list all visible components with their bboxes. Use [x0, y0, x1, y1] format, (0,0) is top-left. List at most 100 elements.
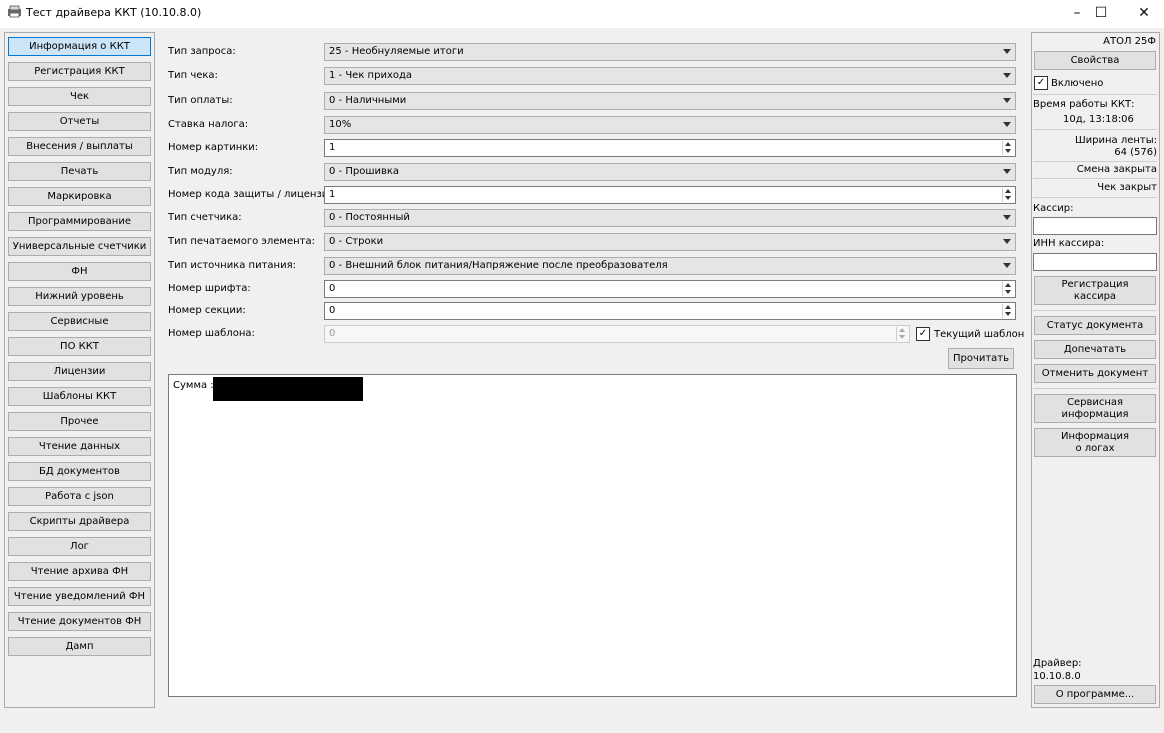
current-template-checkbox[interactable]: ✓ Текущий шаблон [916, 327, 1024, 341]
window-title: Тест драйвера ККТ (10.10.8.0) [26, 6, 202, 19]
app-icon [8, 5, 21, 18]
nav-item-marking[interactable]: Маркировка [8, 187, 151, 206]
nav-item-label: Чтение уведомлений ФН [13, 591, 146, 602]
nav-item-label: Работа с json [45, 491, 114, 502]
nav-item-firmware[interactable]: ПО ККТ [8, 337, 151, 356]
about-label: О программе... [1055, 688, 1135, 700]
font-number-stepper[interactable]: 0 [324, 280, 1016, 298]
nav-item-templates[interactable]: Шаблоны ККТ [8, 387, 151, 406]
divider [1033, 310, 1157, 311]
tape-width-value: 64 (576) [1114, 147, 1157, 158]
module-type-select[interactable]: 0 - Прошивка [324, 163, 1016, 181]
nav-item-label: Информация о ККТ [29, 41, 130, 52]
properties-button-label: Свойства [1070, 54, 1120, 66]
nav-item-read-data[interactable]: Чтение данных [8, 437, 151, 456]
nav-item-registration[interactable]: Регистрация ККТ [8, 62, 151, 81]
doc-status-button[interactable]: Статус документа [1034, 316, 1156, 335]
service-info-label: Сервисная информация [1061, 396, 1129, 420]
nav-item-fn-archive[interactable]: Чтение архива ФН [8, 562, 151, 581]
select-value: 0 - Наличными [329, 95, 407, 106]
spinner-arrows-icon[interactable] [1002, 282, 1014, 296]
nav-item-label: Отчеты [59, 116, 100, 127]
divider [1033, 161, 1157, 162]
stepper-value: 0 [329, 305, 336, 316]
maximize-button[interactable]: ☐ [1078, 0, 1124, 26]
reprint-label: Допечатать [1063, 343, 1127, 355]
read-button[interactable]: Прочитать [948, 348, 1014, 369]
current-template-label: Текущий шаблон [934, 328, 1025, 340]
select-value: 25 - Необнуляемые итоги [329, 46, 464, 57]
template-number-stepper: 0 [324, 325, 910, 343]
license-code-stepper[interactable]: 1 [324, 186, 1016, 204]
spinner-arrows-icon[interactable] [1002, 141, 1014, 155]
power-source-select[interactable]: 0 - Внешний блок питания/Напряжение посл… [324, 257, 1016, 275]
nav-item-log[interactable]: Лог [8, 537, 151, 556]
nav-item-scripts[interactable]: Скрипты драйвера [8, 512, 151, 531]
checkbox-checked-icon: ✓ [916, 327, 930, 341]
nav-item-cash-in-out[interactable]: Внесения / выплаты [8, 137, 151, 156]
device-model: АТОЛ 25Ф [1103, 36, 1156, 47]
request-type-select[interactable]: 25 - Необнуляемые итоги [324, 43, 1016, 61]
nav-item-label: Чтение архива ФН [30, 566, 129, 577]
output-sum-label: Сумма : [173, 380, 214, 391]
field-label: Тип модуля: [168, 166, 233, 177]
chevron-down-icon [1003, 73, 1011, 78]
reprint-button[interactable]: Допечатать [1034, 340, 1156, 359]
field-label: Тип чека: [168, 70, 218, 81]
register-cashier-button[interactable]: Регистрация кассира [1034, 276, 1156, 305]
shift-status: Смена закрыта [1076, 164, 1157, 175]
output-textarea[interactable]: Сумма : [168, 374, 1017, 697]
about-button[interactable]: О программе... [1034, 685, 1156, 704]
service-info-button[interactable]: Сервисная информация [1034, 394, 1156, 423]
nav-item-universal-counters[interactable]: Универсальные счетчики [8, 237, 151, 256]
cancel-document-button[interactable]: Отменить документ [1034, 364, 1156, 383]
chevron-down-icon [1003, 215, 1011, 220]
nav-item-fn-notices[interactable]: Чтение уведомлений ФН [8, 587, 151, 606]
nav-item-print[interactable]: Печать [8, 162, 151, 181]
nav-item-low-level[interactable]: Нижний уровень [8, 287, 151, 306]
spinner-arrows-icon[interactable] [1002, 188, 1014, 202]
nav-item-programming[interactable]: Программирование [8, 212, 151, 231]
nav-item-fn[interactable]: ФН [8, 262, 151, 281]
chevron-down-icon [1003, 98, 1011, 103]
nav-item-reports[interactable]: Отчеты [8, 112, 151, 131]
nav-item-service[interactable]: Сервисные [8, 312, 151, 331]
nav-item-label: Дамп [65, 641, 94, 652]
nav-item-dump[interactable]: Дамп [8, 637, 151, 656]
cashier-input[interactable] [1033, 217, 1157, 235]
nav-item-label: ФН [71, 266, 88, 277]
uptime-label: Время работы ККТ: [1033, 99, 1135, 110]
log-info-label: Информация о логах [1060, 430, 1130, 454]
divider [1033, 197, 1157, 198]
select-value: 1 - Чек прихода [329, 70, 413, 81]
cashier-inn-input[interactable] [1033, 253, 1157, 271]
nav-item-label: Печать [60, 166, 99, 177]
field-label: Тип запроса: [168, 46, 236, 57]
field-label: Тип оплаты: [168, 95, 233, 106]
close-button[interactable]: ✕ [1121, 0, 1164, 26]
nav-item-fn-documents[interactable]: Чтение документов ФН [8, 612, 151, 631]
payment-type-select[interactable]: 0 - Наличными [324, 92, 1016, 110]
select-value: 0 - Внешний блок питания/Напряжение посл… [329, 260, 668, 271]
properties-button[interactable]: Свойства [1034, 51, 1156, 70]
counter-type-select[interactable]: 0 - Постоянный [324, 209, 1016, 227]
nav-item-label: Регистрация ККТ [34, 66, 125, 77]
picture-number-stepper[interactable]: 1 [324, 139, 1016, 157]
nav-item-json[interactable]: Работа с json [8, 487, 151, 506]
nav-item-doc-db[interactable]: БД документов [8, 462, 151, 481]
nav-item-receipt[interactable]: Чек [8, 87, 151, 106]
section-number-stepper[interactable]: 0 [324, 302, 1016, 320]
receipt-type-select[interactable]: 1 - Чек прихода [324, 67, 1016, 85]
nav-item-other[interactable]: Прочее [8, 412, 151, 431]
nav-item-info[interactable]: Информация о ККТ [8, 37, 151, 56]
maximize-icon: ☐ [1094, 5, 1108, 21]
log-info-button[interactable]: Информация о логах [1034, 428, 1156, 457]
nav-item-licenses[interactable]: Лицензии [8, 362, 151, 381]
tax-rate-select[interactable]: 10% [324, 116, 1016, 134]
nav-item-label: Чек [69, 91, 90, 102]
enabled-checkbox[interactable]: ✓ Включено [1034, 76, 1103, 90]
driver-label: Драйвер: [1033, 658, 1082, 669]
spinner-arrows-icon[interactable] [1002, 304, 1014, 318]
nav-item-label: Шаблоны ККТ [42, 391, 117, 402]
print-element-select[interactable]: 0 - Строки [324, 233, 1016, 251]
